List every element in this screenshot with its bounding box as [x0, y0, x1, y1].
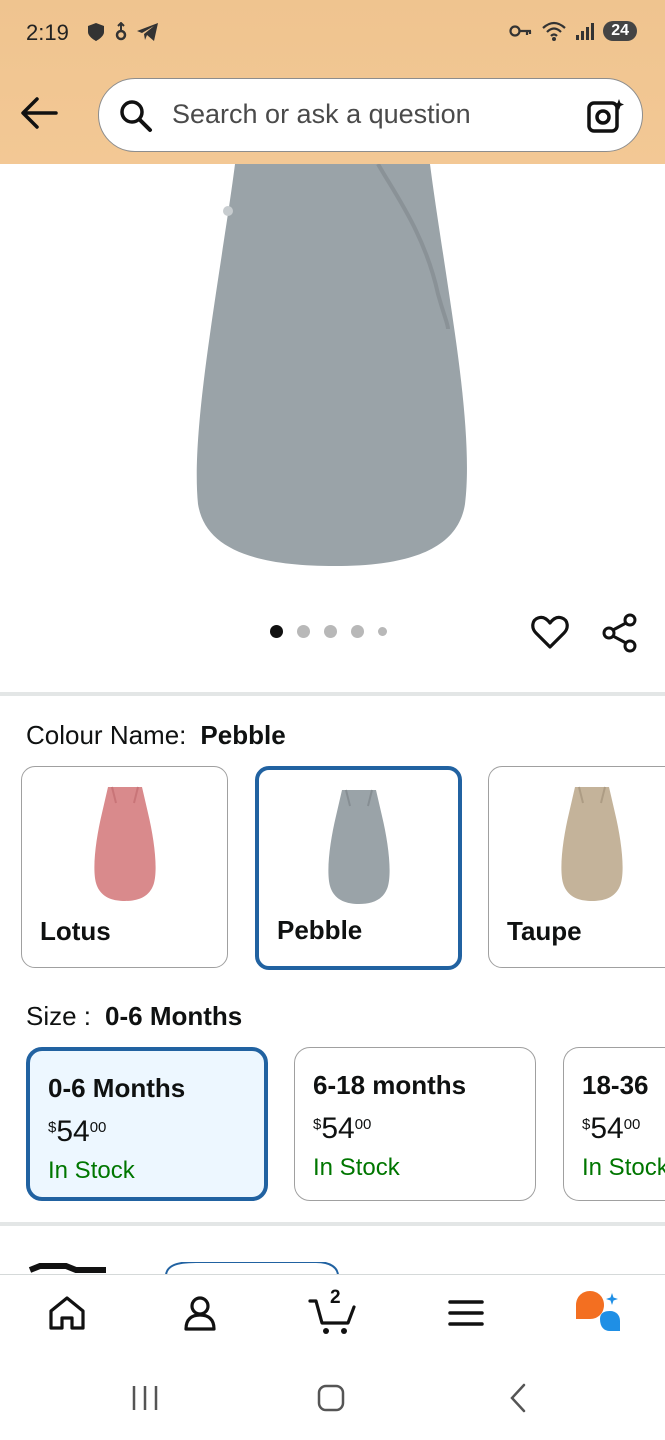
- price-fraction: 00: [354, 1116, 372, 1133]
- section-divider: [0, 1222, 665, 1226]
- colour-option-lotus[interactable]: Lotus: [21, 766, 228, 968]
- link-icon: [115, 22, 127, 41]
- image-carousel-dots: [270, 625, 387, 638]
- colour-label: Colour Name:: [26, 720, 187, 750]
- swatch-thumbnail: [560, 786, 623, 901]
- size-label: Size :: [26, 1001, 92, 1031]
- swatch-thumbnail: [93, 786, 156, 901]
- wifi-icon: [542, 21, 566, 41]
- bottom-nav: 2: [0, 1274, 665, 1360]
- search-icon: [120, 100, 152, 132]
- carousel-dot[interactable]: [324, 625, 337, 638]
- carousel-dot[interactable]: [378, 627, 387, 636]
- size-price: $54 00: [48, 1115, 106, 1149]
- size-option-0-6-months[interactable]: 0-6 Months $54 00 In Stock: [26, 1047, 268, 1201]
- size-name: 0-6 Months: [48, 1073, 186, 1103]
- price-currency: $: [48, 1119, 57, 1136]
- stock-status: In Stock: [48, 1157, 135, 1184]
- colour-option-taupe[interactable]: Taupe: [488, 766, 665, 968]
- cart-count: 2: [330, 1287, 341, 1308]
- size-option-18-36[interactable]: 18-36 $54 00 In Stock: [563, 1047, 665, 1201]
- search-placeholder: Search or ask a question: [172, 99, 471, 129]
- product-image[interactable]: [0, 164, 665, 584]
- swatch-name: Lotus: [40, 916, 111, 946]
- price-fraction: 00: [89, 1119, 107, 1136]
- status-time: 2:19: [26, 20, 69, 45]
- price-currency: $: [582, 1116, 591, 1133]
- size-label-row: Size : 0-6 Months: [26, 1001, 242, 1032]
- status-notification-icons: [86, 22, 160, 42]
- system-back-icon[interactable]: [506, 1383, 530, 1413]
- size-name: 6-18 months: [313, 1070, 467, 1100]
- system-nav-bar: [0, 1360, 665, 1440]
- key-icon: [509, 25, 532, 37]
- swatch-thumbnail: [327, 789, 390, 904]
- carousel-dot[interactable]: [270, 625, 283, 638]
- size-selected-value: 0-6 Months: [105, 1001, 243, 1031]
- account-icon[interactable]: [180, 1293, 220, 1333]
- size-name: 18-36: [582, 1070, 649, 1100]
- price-fraction: 00: [623, 1116, 641, 1133]
- signal-icon: [576, 23, 595, 40]
- stock-status: In Stock: [582, 1154, 665, 1181]
- carousel-dot[interactable]: [351, 625, 364, 638]
- section-divider: [0, 692, 665, 696]
- search-input[interactable]: Search or ask a question: [98, 78, 643, 152]
- swatch-name: Pebble: [277, 915, 363, 945]
- size-price: $54 00: [313, 1112, 371, 1146]
- home-button-icon[interactable]: [316, 1384, 346, 1412]
- recent-apps-icon[interactable]: [130, 1384, 160, 1412]
- price-whole: 54: [590, 1112, 624, 1145]
- colour-selected-value: Pebble: [200, 720, 286, 750]
- battery-indicator: 24: [603, 21, 637, 41]
- stock-status: In Stock: [313, 1154, 400, 1181]
- heart-icon[interactable]: [531, 613, 569, 651]
- cart-button[interactable]: 2: [308, 1287, 358, 1335]
- price-currency: $: [313, 1116, 322, 1133]
- swatch-name: Taupe: [507, 916, 582, 946]
- rufus-icon[interactable]: [574, 1289, 624, 1337]
- telegram-icon: [137, 23, 158, 41]
- colour-option-pebble[interactable]: Pebble: [255, 766, 462, 970]
- camera-search-icon[interactable]: [586, 97, 626, 135]
- shield-icon: [88, 23, 104, 41]
- back-arrow-icon[interactable]: [20, 96, 58, 130]
- price-whole: 54: [321, 1112, 355, 1145]
- price-whole: 54: [56, 1115, 90, 1148]
- product-page: 2:19 24 Search or ask a question Colour …: [0, 0, 665, 1440]
- colour-label-row: Colour Name: Pebble: [26, 720, 286, 751]
- carousel-dot[interactable]: [297, 625, 310, 638]
- menu-icon[interactable]: [447, 1293, 485, 1333]
- header: 2:19 24 Search or ask a question: [0, 0, 665, 164]
- home-icon[interactable]: [47, 1293, 87, 1333]
- size-option-6-18-months[interactable]: 6-18 months $54 00 In Stock: [294, 1047, 536, 1201]
- size-price: $54 00: [582, 1112, 640, 1146]
- share-icon[interactable]: [601, 613, 639, 653]
- status-system-icons: 24: [509, 20, 637, 42]
